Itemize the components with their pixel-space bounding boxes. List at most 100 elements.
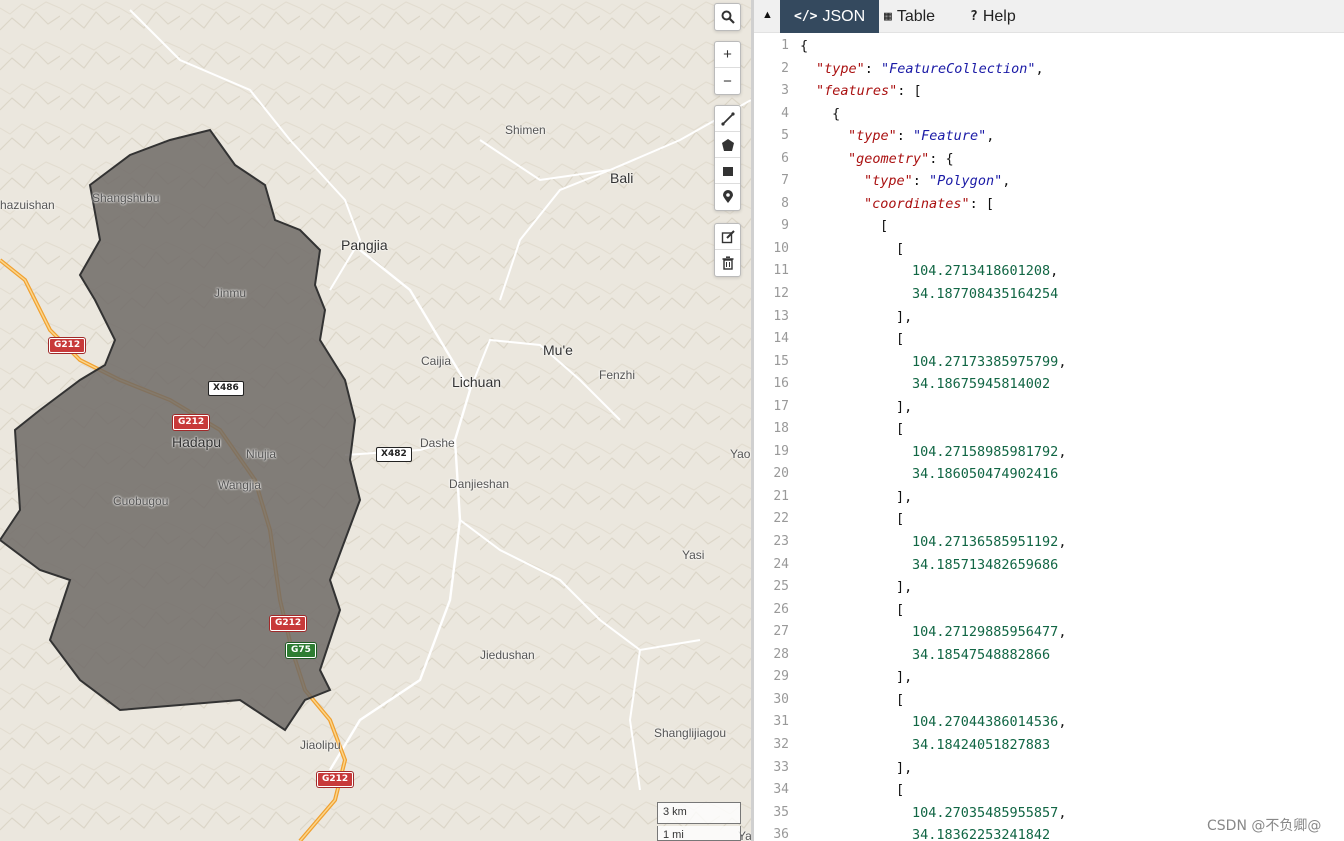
json-code-editor[interactable]: 1{2 "type": "FeatureCollection", 3 "feature… <box>754 35 1344 841</box>
code-line[interactable]: 18 [ <box>754 418 1344 441</box>
code-text: 104.27035485955857, <box>912 802 1066 825</box>
code-line[interactable]: 13], <box>754 306 1344 329</box>
json-punctuation: [ <box>896 240 905 257</box>
json-number: 104.27158985981792 <box>912 443 1059 460</box>
tab-json[interactable]: </> JSON <box>780 0 880 33</box>
code-line[interactable]: 29], <box>754 666 1344 689</box>
code-line[interactable]: 11 104.2713418601208, <box>754 260 1344 283</box>
search-button[interactable] <box>715 4 740 30</box>
line-number: 35 <box>773 804 789 820</box>
collapse-icon[interactable]: ▲ <box>762 9 773 21</box>
code-line[interactable]: 16 34.18675945814002 <box>754 373 1344 396</box>
help-icon: ? <box>970 9 978 24</box>
tab-table[interactable]: ▦ Table <box>870 0 949 33</box>
code-line[interactable]: 25], <box>754 576 1344 599</box>
code-line[interactable]: 17], <box>754 396 1344 419</box>
code-line[interactable]: 1{ <box>754 35 1344 58</box>
json-punctuation: : [ <box>897 83 922 100</box>
json-punctuation: [ <box>896 511 905 528</box>
place-label-pangjia: Pangjia <box>341 237 388 253</box>
line-number: 23 <box>773 534 789 550</box>
code-line[interactable]: 5 "type": "Feature", <box>754 125 1344 148</box>
search-control <box>714 3 741 31</box>
code-line[interactable]: 6 "geometry": { <box>754 148 1344 171</box>
line-number: 19 <box>773 443 789 459</box>
code-line[interactable]: 4{ <box>754 103 1344 126</box>
code-line[interactable]: 20 34.186050474902416 <box>754 463 1344 486</box>
editor-pane: ▲ </> JSON ▦ Table ? Help 1{2 "type": "Fe… <box>754 0 1344 841</box>
edit-toolbar <box>714 223 741 277</box>
code-line[interactable]: 7 "type": "Polygon", <box>754 170 1344 193</box>
line-number: 34 <box>773 782 789 798</box>
tab-help[interactable]: ? Help <box>956 0 1030 33</box>
draw-line-button[interactable] <box>715 106 740 132</box>
code-text: [ <box>896 599 904 622</box>
json-punctuation: ], <box>896 308 913 325</box>
code-line[interactable]: 28 34.18547548882866 <box>754 644 1344 667</box>
draw-marker-button[interactable] <box>715 184 740 210</box>
line-number: 9 <box>781 218 789 234</box>
code-line[interactable]: 26 [ <box>754 599 1344 622</box>
draw-rectangle-button[interactable] <box>715 158 740 184</box>
line-number: 31 <box>773 714 789 730</box>
code-line[interactable]: 10 [ <box>754 238 1344 261</box>
code-line[interactable]: 31 104.27044386014536, <box>754 711 1344 734</box>
place-label-hadapu: Hadapu <box>172 434 222 450</box>
place-label-lichuan: Lichuan <box>452 374 502 390</box>
draw-rectangle-icon <box>722 166 733 176</box>
code-text: [ <box>896 418 904 441</box>
json-punctuation: : <box>912 173 930 190</box>
line-number: 15 <box>773 353 789 369</box>
code-text: 34.18424051827883 <box>912 734 1050 757</box>
code-text: ], <box>896 306 912 329</box>
code-line[interactable]: 27 104.27129885956477, <box>754 621 1344 644</box>
code-text: 34.185713482659686 <box>912 554 1058 577</box>
code-line[interactable]: 34 [ <box>754 779 1344 802</box>
json-punctuation: , <box>1058 804 1067 821</box>
place-label-cuobugou: Cuobugou <box>113 494 169 508</box>
code-text: { <box>832 103 840 126</box>
draw-marker-icon <box>722 190 733 203</box>
line-number: 13 <box>773 308 789 324</box>
code-line[interactable]: 3 "features": [ <box>754 80 1344 103</box>
code-line[interactable]: 12 34.187708435164254 <box>754 283 1344 306</box>
json-number: 34.18362253241842 <box>912 827 1051 841</box>
watermark: CSDN @不负卿@ <box>1207 818 1322 834</box>
delete-layers-button[interactable] <box>715 250 740 276</box>
code-line[interactable]: 2 "type": "FeatureCollection", <box>754 58 1344 81</box>
draw-polygon-button[interactable] <box>715 132 740 158</box>
place-label-wangjia: Wangjia <box>218 478 261 492</box>
line-number: 16 <box>773 376 789 392</box>
road-shield-x486: X486 <box>208 381 244 396</box>
zoom-out-button[interactable]: − <box>715 68 740 94</box>
code-line[interactable]: 32 34.18424051827883 <box>754 734 1344 757</box>
code-text: "type": "FeatureCollection", <box>816 58 1044 81</box>
json-punctuation: , <box>986 128 995 145</box>
json-number: 104.27035485955857 <box>912 804 1059 821</box>
code-line[interactable]: 21], <box>754 486 1344 509</box>
code-line[interactable]: 19 104.27158985981792, <box>754 441 1344 464</box>
code-text: 104.27044386014536, <box>912 711 1066 734</box>
code-line[interactable]: 33], <box>754 757 1344 780</box>
line-number: 17 <box>773 398 789 414</box>
place-label-danjieshan: Danjieshan <box>449 477 510 491</box>
json-punctuation: : { <box>929 150 954 167</box>
map-view[interactable]: Shimen Bali hazuishan Shangshubu Pangjia… <box>0 0 751 841</box>
code-line[interactable]: 23 104.27136585951192, <box>754 531 1344 554</box>
code-line[interactable]: 22 [ <box>754 508 1344 531</box>
line-number: 33 <box>773 759 789 775</box>
code-line[interactable]: 15 104.27173385975799, <box>754 351 1344 374</box>
tab-json-label: JSON <box>822 7 866 25</box>
json-punctuation: , <box>1058 353 1067 370</box>
edit-layers-button[interactable] <box>715 224 740 250</box>
code-line[interactable]: 8 "coordinates": [ <box>754 193 1344 216</box>
code-line[interactable]: 24 34.185713482659686 <box>754 554 1344 577</box>
code-line[interactable]: 30 [ <box>754 689 1344 712</box>
code-line[interactable]: 14 [ <box>754 328 1344 351</box>
json-punctuation: { <box>800 38 809 54</box>
json-key: "type" <box>848 128 897 145</box>
json-number: 104.2713418601208 <box>912 263 1051 280</box>
code-line[interactable]: 9[ <box>754 215 1344 238</box>
code-text: [ <box>896 689 904 712</box>
zoom-in-button[interactable]: + <box>715 42 740 68</box>
